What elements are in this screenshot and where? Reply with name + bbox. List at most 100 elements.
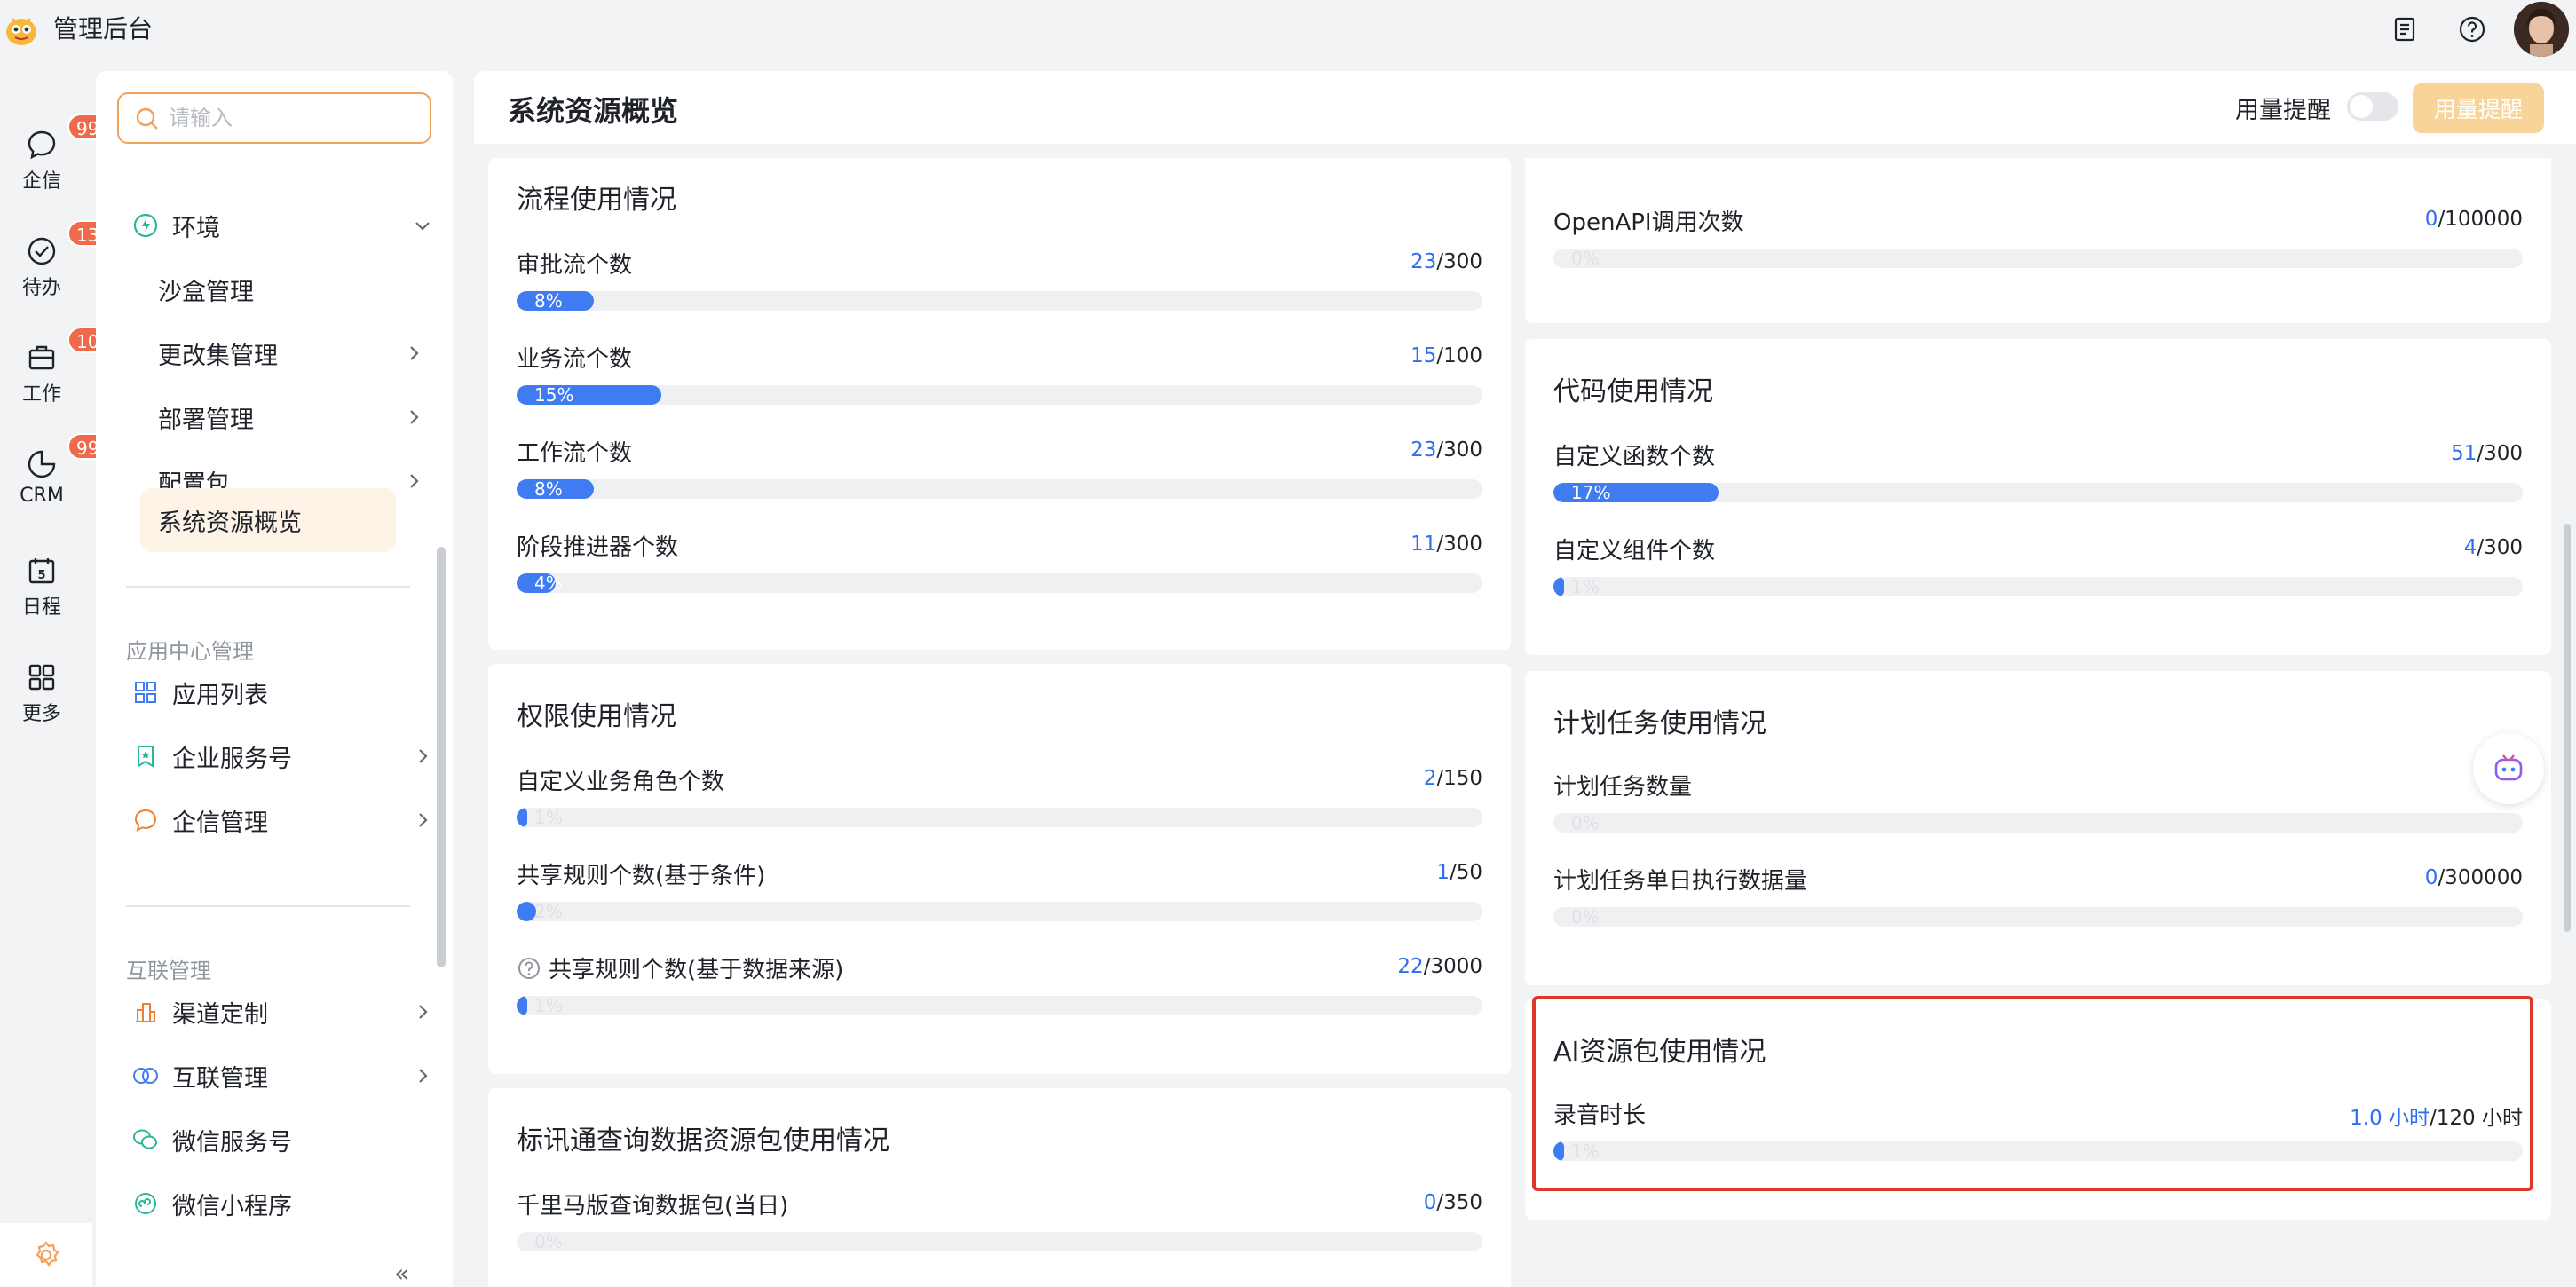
progress-bar: 2% [517, 902, 1482, 921]
rail-item-messages[interactable]: 99+ 企信 [0, 114, 123, 215]
nav-item-deploy[interactable]: 部署管理 [158, 391, 424, 444]
nav-item-wechat-service[interactable]: 微信服务号 [131, 1113, 433, 1166]
metric-value: 0/100000 [2425, 208, 2523, 231]
svg-text:5: 5 [37, 569, 45, 582]
nav-env[interactable]: 环境 [131, 199, 433, 252]
metric-used: 22 [1397, 955, 1424, 978]
help-icon[interactable] [2457, 14, 2487, 44]
nav-item-wechat-miniprogram[interactable]: 微信小程序 [131, 1177, 433, 1230]
metric-value: 15/100 [1410, 344, 1482, 367]
progress-bar: 1% [1553, 577, 2523, 596]
avatar[interactable] [2514, 2, 2569, 57]
nav-item-label: 系统资源概览 [158, 509, 302, 537]
nav-item-interconnect[interactable]: 互联管理 [131, 1049, 433, 1102]
nav-item-label: 渠道定制 [172, 1000, 268, 1029]
card-permission: 权限使用情况 自定义业务角色个数 2/150 1% 共享规则个数(基于条件) 1… [488, 664, 1511, 1074]
metric-value: 51/300 [2451, 442, 2523, 465]
rail-item-more[interactable]: 更多 [0, 659, 83, 747]
rail-item-work[interactable]: 10 工作 [0, 327, 108, 428]
nav-item-label: 互联管理 [172, 1064, 268, 1093]
metric-used: 2 [1423, 767, 1437, 790]
progress-percent: 17% [1571, 483, 1611, 502]
nav-item-label: 微信服务号 [172, 1128, 292, 1157]
rail-item-todo[interactable]: 13 待办 [0, 220, 108, 321]
metric-label: 共享规则个数(基于条件) [517, 863, 766, 889]
nav-item-sandbox[interactable]: 沙盒管理 [158, 263, 424, 316]
nav-scrollbar[interactable] [437, 547, 446, 967]
metric-used: 0 [2424, 208, 2438, 231]
metric-value: 2/150 [1424, 767, 1482, 790]
metric-used: 15 [1410, 344, 1437, 367]
progress-percent: 0% [1571, 813, 1600, 833]
app-title: 管理后台 [53, 14, 154, 43]
chevron-right-icon [410, 474, 419, 488]
metric-value: 0/350 [1424, 1191, 1482, 1214]
nav-item-label: 企信管理 [172, 809, 268, 837]
metric-total: /100 [1436, 344, 1482, 367]
metric-total: /300 [1436, 533, 1482, 556]
collapse-sidebar-button[interactable]: « [394, 1259, 409, 1287]
metric-label: 阶段推进器个数 [517, 534, 679, 561]
progress-percent: 0% [1571, 907, 1600, 927]
metric-label: 计划任务单日执行数据量 [1553, 868, 1808, 895]
question-circle-icon[interactable] [517, 956, 541, 981]
nav-item-label: 沙盒管理 [158, 278, 254, 306]
metric-total: /100000 [2438, 208, 2523, 231]
metric-value: 1/50 [1436, 861, 1482, 884]
chat-bubble-icon [131, 806, 160, 834]
metric-total: /300000 [2438, 866, 2523, 889]
progress-percent: 0% [1571, 249, 1600, 268]
calendar-icon: 5 [23, 552, 60, 589]
nav-item-service-account[interactable]: 企业服务号 [131, 730, 433, 783]
metric-label: 千里马版查询数据包(当日) [517, 1193, 789, 1220]
main-scrollbar[interactable] [2564, 524, 2571, 932]
chevron-right-icon [419, 749, 428, 763]
card-title: 计划任务使用情况 [1553, 708, 1766, 739]
main-header: 系统资源概览 用量提醒 用量提醒 [474, 71, 2576, 144]
chevron-right-icon [410, 346, 419, 360]
search-box[interactable] [117, 92, 431, 144]
usage-reminder-toggle[interactable] [2347, 92, 2398, 121]
metric-value: 23/300 [1410, 438, 1482, 462]
metric-used: 4 [2463, 536, 2477, 559]
progress-fill [1553, 577, 1564, 596]
progress-fill [517, 808, 527, 827]
metric-used: 1 [1436, 861, 1450, 884]
metric-total: /50 [1449, 861, 1482, 884]
metric-label: 自定义函数个数 [1553, 444, 1716, 470]
page-title: 系统资源概览 [508, 94, 679, 128]
environment-icon [131, 211, 160, 240]
rail-item-crm[interactable]: 99+ CRM [0, 433, 123, 534]
rail-label: 工作 [21, 383, 61, 406]
rail-label: 企信 [21, 170, 61, 193]
left-rail: 99+ 企信 13 待办 10 工作 99+ CRM 5 日程 更多 [0, 59, 123, 1287]
rail-item-calendar[interactable]: 5 日程 [0, 552, 83, 641]
highlight-box [1532, 996, 2533, 1191]
metric-used: 11 [1410, 533, 1437, 556]
nav-item-resource-overview[interactable]: 系统资源概览 [140, 488, 396, 552]
rail-label: 更多 [21, 703, 61, 725]
card-schedule: 计划任务使用情况 计划任务数量 0 0% 计划任务单日执行数据量 0/30000… [1525, 671, 2551, 985]
metric-label: 计划任务数量 [1553, 774, 1693, 801]
nav-item-app-list[interactable]: 应用列表 [131, 666, 433, 719]
card-title: 代码使用情况 [1553, 376, 1713, 407]
app-logo-icon [4, 12, 39, 48]
search-icon [136, 107, 158, 130]
ai-assistant-button[interactable] [2473, 733, 2544, 804]
metric-value: 23/300 [1410, 250, 1482, 273]
progress-percent: 4% [534, 573, 563, 593]
usage-reminder-button[interactable]: 用量提醒 [2413, 83, 2544, 133]
metric-used: 0 [1423, 1191, 1437, 1214]
nav-item-channel[interactable]: 渠道定制 [131, 985, 433, 1038]
notes-icon[interactable] [2390, 14, 2420, 44]
top-bar: 管理后台 [0, 0, 2576, 59]
nav-item-qixin[interactable]: 企信管理 [131, 794, 433, 847]
chevron-right-icon [410, 410, 419, 424]
progress-bar: 0% [1553, 813, 2523, 833]
check-circle-icon: 13 [23, 220, 108, 270]
search-input[interactable] [169, 101, 417, 135]
progress-bar: 15% [517, 385, 1482, 405]
nav-item-changeset[interactable]: 更改集管理 [158, 327, 424, 380]
settings-button[interactable] [0, 1223, 92, 1287]
nav-divider [126, 586, 410, 588]
